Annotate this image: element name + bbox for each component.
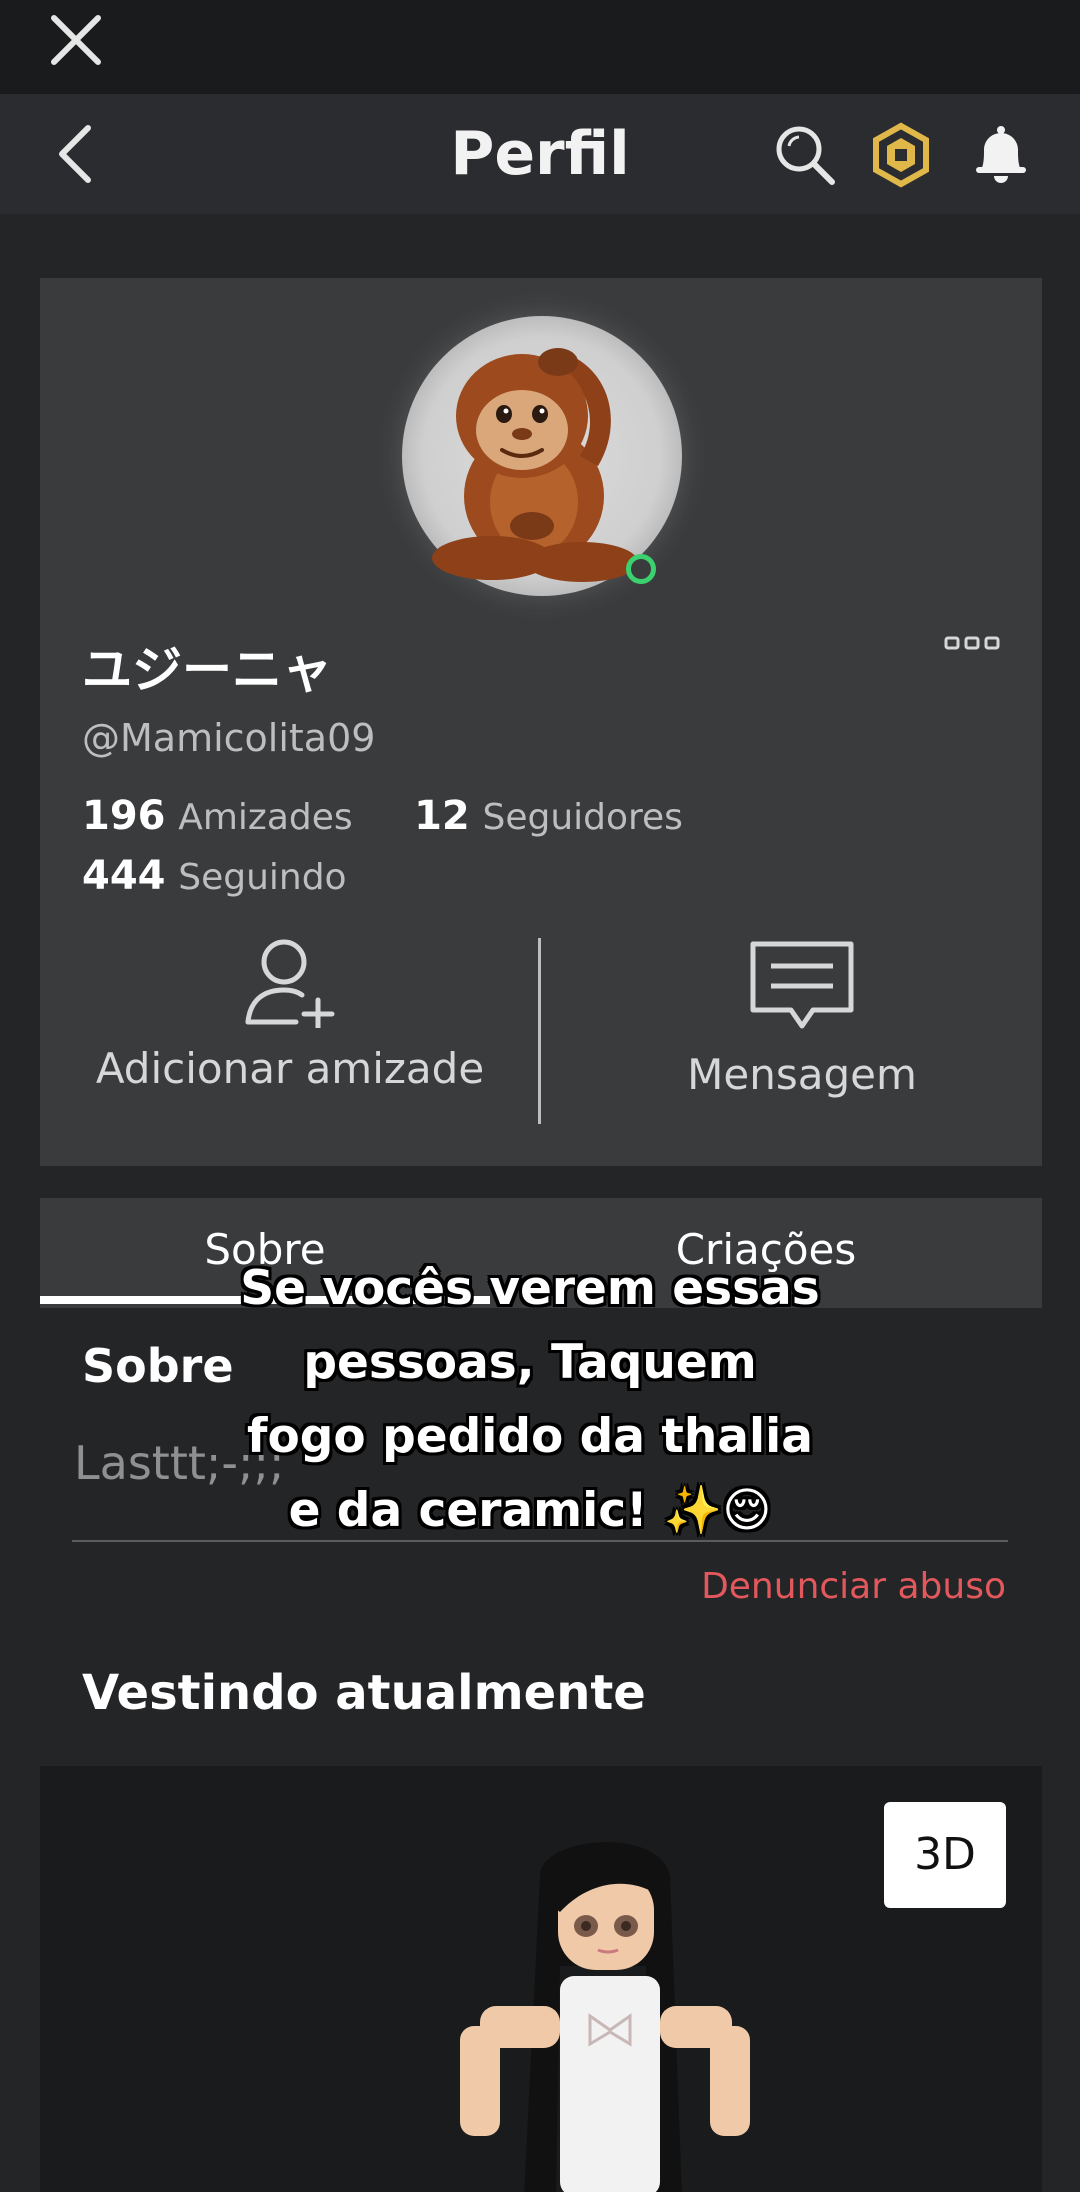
friends-count: 196 xyxy=(82,793,166,839)
wearing-heading: Vestindo atualmente xyxy=(82,1665,646,1721)
avatar-preview-panel: 3D xyxy=(40,1766,1042,2192)
message-label: Mensagem xyxy=(687,1050,917,1099)
add-friend-label: Adicionar amizade xyxy=(95,1044,485,1093)
caption-line: e da ceramic! ✨😌 xyxy=(288,1483,772,1538)
robux-icon[interactable] xyxy=(868,122,934,188)
followers-stat[interactable]: 12 Seguidores xyxy=(414,793,683,839)
view-3d-button[interactable]: 3D xyxy=(884,1802,1006,1908)
message-button[interactable]: Mensagem xyxy=(562,938,1042,1138)
app-header: Perfil xyxy=(0,94,1080,214)
video-caption-overlay: Se vocês verem essas pessoas, Taquem fog… xyxy=(240,1252,820,1548)
friends-label: Amizades xyxy=(178,797,353,838)
message-icon xyxy=(750,941,854,1029)
report-abuse-link[interactable]: Denunciar abuso xyxy=(701,1562,1006,1612)
about-heading: Sobre xyxy=(82,1339,234,1393)
caption-line: pessoas, Taquem xyxy=(303,1335,757,1390)
stats-row-2: 444 Seguindo xyxy=(82,850,347,904)
search-icon[interactable] xyxy=(772,122,838,188)
add-friend-button[interactable]: Adicionar amizade xyxy=(40,938,540,1138)
followers-label: Seguidores xyxy=(482,797,683,838)
username: @Mamicolita09 xyxy=(82,716,376,760)
close-icon[interactable] xyxy=(48,12,104,68)
friends-stat[interactable]: 196 Amizades xyxy=(82,793,365,839)
online-status-indicator xyxy=(626,554,656,584)
profile-card: ユジーニャ @Mamicolita09 196 Amizades 12 Segu… xyxy=(40,278,1042,1166)
more-options-icon[interactable] xyxy=(944,634,1000,652)
followers-count: 12 xyxy=(414,793,470,839)
following-stat[interactable]: 444 Seguindo xyxy=(82,853,347,899)
bell-icon[interactable] xyxy=(968,122,1034,188)
following-label: Seguindo xyxy=(178,857,347,898)
top-bar xyxy=(0,0,1080,94)
stats-row-1: 196 Amizades 12 Seguidores xyxy=(82,790,683,844)
caption-line: Se vocês verem essas xyxy=(240,1261,820,1316)
following-count: 444 xyxy=(82,853,166,899)
display-name: ユジーニャ xyxy=(82,641,332,699)
add-friend-icon xyxy=(245,939,335,1028)
actions-divider xyxy=(538,938,541,1124)
avatar-figure-image xyxy=(460,1842,750,2192)
caption-line: fogo pedido da thalia xyxy=(247,1409,813,1464)
